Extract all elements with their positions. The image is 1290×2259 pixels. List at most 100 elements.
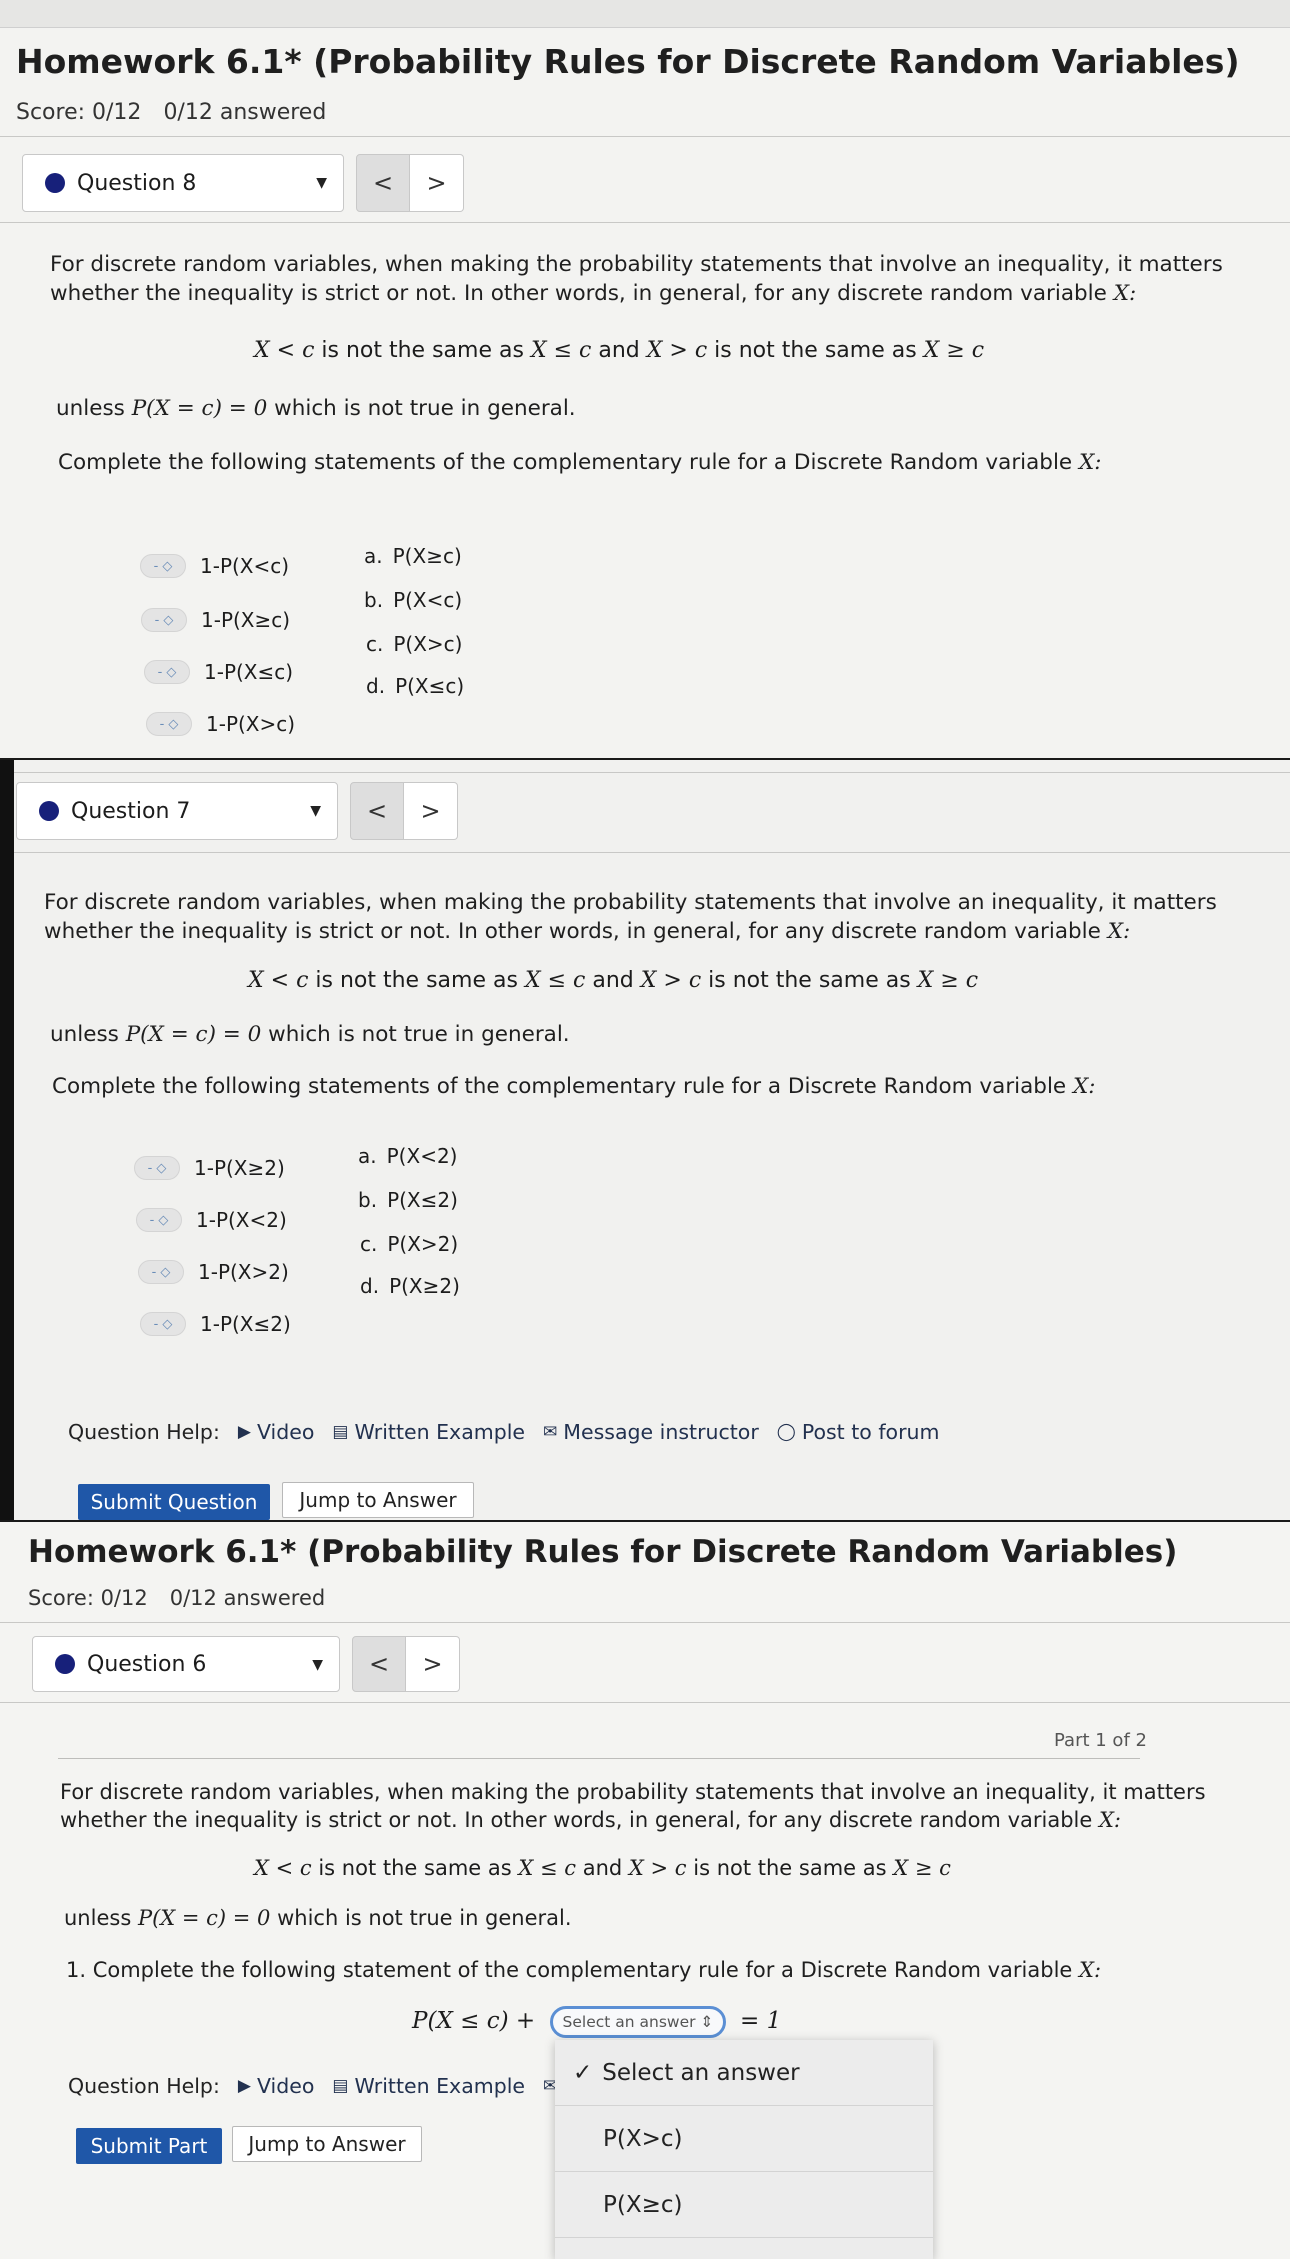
question-8-panel: Homework 6.1* (Probability Rules for Dis… <box>0 28 1290 758</box>
match-prompt: 1-P(X≤2) <box>200 1312 291 1336</box>
option-item: d. P(X≤c) <box>366 674 465 698</box>
chevron-right-icon: > <box>426 169 447 197</box>
next-question-button[interactable]: > <box>406 1636 460 1692</box>
dropdown-option-select-an-answer[interactable]: ✓ Select an answer <box>555 2040 933 2106</box>
submit-part-button[interactable]: Submit Part <box>76 2128 222 2164</box>
post-to-forum-link[interactable]: ◯ Post to forum <box>777 1420 940 1444</box>
instruction-line: 1. Complete the following statement of t… <box>66 1958 1102 1982</box>
inequality-statement: X < c is not the same as X ≤ c and X > c… <box>254 1856 951 1880</box>
written-example-link[interactable]: ▤ Written Example <box>332 2074 525 2098</box>
prev-question-button[interactable]: < <box>356 154 410 212</box>
match-select[interactable]: - ◇ <box>134 1156 180 1180</box>
question-select[interactable]: Question 8 ▼ <box>22 154 344 212</box>
question-select[interactable]: Question 7 ▼ <box>16 782 338 840</box>
next-question-button[interactable]: > <box>404 782 458 840</box>
chevron-right-icon: > <box>420 797 441 825</box>
option-item: a. P(X≥c) <box>364 544 462 568</box>
message-instructor-link[interactable]: ✉ Message instructor <box>543 1420 759 1444</box>
option-item: b. P(X<c) <box>364 588 463 612</box>
option-item: d. P(X≥2) <box>360 1274 460 1298</box>
score-text: Score: 0/12 <box>28 1586 148 1610</box>
question-select-label: Question 6 <box>87 1651 207 1677</box>
match-select[interactable]: - ◇ <box>140 1312 186 1336</box>
question-nav: < > <box>350 782 458 840</box>
divider <box>0 1622 1290 1623</box>
match-select[interactable]: - ◇ <box>136 1208 182 1232</box>
question-status-dot <box>45 173 65 193</box>
chevron-right-icon: > <box>422 1650 443 1678</box>
intro-line-2: whether the inequality is strict or not.… <box>44 919 1131 944</box>
instruction-line: Complete the following statements of the… <box>52 1074 1096 1099</box>
intro-line-1: For discrete random variables, when maki… <box>50 252 1223 277</box>
submit-question-button[interactable]: Submit Question <box>78 1484 270 1520</box>
divider <box>0 1702 1290 1703</box>
caret-down-icon: ▼ <box>310 803 321 819</box>
answered-text: 0/12 answered <box>169 1586 326 1610</box>
question-help: Question Help: ▶ Video ▤ Written Example ✉… <box>68 1420 957 1444</box>
match-prompt: 1-P(X>c) <box>206 712 296 736</box>
question-help: Question Help: ▶ Video ▤ Written Example ✉ <box>68 2074 581 2098</box>
chevron-left-icon: < <box>368 1650 390 1678</box>
chevron-left-icon: < <box>366 797 388 825</box>
equation-right: = 1 <box>740 2008 782 2034</box>
page-title: Homework 6.1* (Probability Rules for Dis… <box>28 1534 1178 1570</box>
question-select-label: Question 7 <box>71 798 191 824</box>
option-item: c. P(X>2) <box>360 1232 459 1256</box>
match-prompt: 1-P(X≥2) <box>194 1156 285 1180</box>
question-status-dot <box>39 801 59 821</box>
document-icon: ▤ <box>332 1422 349 1442</box>
dropdown-option[interactable]: P(X≥c) <box>555 2172 933 2238</box>
match-row: - ◇ 1-P(X≥2) <box>134 1156 285 1180</box>
match-row: - ◇ 1-P(X≥c) <box>141 608 290 632</box>
match-prompt: 1-P(X>2) <box>198 1260 289 1284</box>
option-item: a. P(X<2) <box>358 1144 458 1168</box>
caret-down-icon: ▼ <box>312 1657 323 1673</box>
speech-bubble-icon: ◯ <box>776 1422 796 1442</box>
intro-line-1: For discrete random variables, when maki… <box>44 890 1217 915</box>
prev-question-button[interactable]: < <box>352 1636 406 1692</box>
intro-line-2: whether the inequality is strict or not.… <box>50 281 1137 306</box>
part-indicator: Part 1 of 2 <box>1054 1730 1147 1751</box>
match-row: - ◇ 1-P(X>2) <box>138 1260 289 1284</box>
unless-line: unless P(X = c) = 0 which is not true in… <box>56 396 576 421</box>
video-icon: ▶ <box>237 2076 251 2096</box>
divider <box>0 136 1290 137</box>
written-example-link[interactable]: ▤ Written Example <box>332 1420 525 1444</box>
divider <box>58 1758 1140 1759</box>
instruction-line: Complete the following statements of the… <box>58 450 1102 475</box>
match-select[interactable]: - ◇ <box>141 608 187 632</box>
page-title: Homework 6.1* (Probability Rules for Dis… <box>16 42 1240 81</box>
question-select[interactable]: Question 6 ▼ <box>32 1636 340 1692</box>
chevron-left-icon: < <box>372 169 394 197</box>
left-edge-shadow <box>0 760 14 1520</box>
match-select[interactable]: - ◇ <box>144 660 190 684</box>
option-item: c. P(X>c) <box>366 632 463 656</box>
equation-left: P(X ≤ c) + <box>412 2008 536 2034</box>
score-line: Score: 0/12 0/12 answered <box>28 1586 325 1610</box>
match-select[interactable]: - ◇ <box>138 1260 184 1284</box>
dropdown-option[interactable]: P(X>c) <box>555 2106 933 2172</box>
intro-line-2: whether the inequality is strict or not.… <box>60 1808 1121 1832</box>
match-select[interactable]: - ◇ <box>146 712 192 736</box>
question-help-label: Question Help: <box>68 2074 220 2098</box>
question-select-label: Question 8 <box>77 170 197 196</box>
top-strip <box>0 0 1290 28</box>
question-status-dot <box>55 1654 75 1674</box>
updown-icon: ⇕ <box>700 2013 714 2031</box>
answered-text: 0/12 answered <box>163 100 327 125</box>
question-help-label: Question Help: <box>68 1420 220 1444</box>
match-row: - ◇ 1-P(X≤2) <box>140 1312 291 1336</box>
video-link[interactable]: ▶ Video <box>238 1420 315 1444</box>
prev-question-button[interactable]: < <box>350 782 404 840</box>
next-question-button[interactable]: > <box>410 154 464 212</box>
video-link[interactable]: ▶ Video <box>238 2074 315 2098</box>
answer-select[interactable]: Select an answer ⇕ <box>550 2006 726 2038</box>
mail-icon: ✉ <box>543 1422 558 1442</box>
jump-to-answer-button[interactable]: Jump to Answer <box>232 2126 422 2162</box>
divider <box>0 772 1290 773</box>
match-prompt: 1-P(X≤c) <box>204 660 294 684</box>
jump-to-answer-button[interactable]: Jump to Answer <box>282 1482 474 1518</box>
match-select[interactable]: - ◇ <box>140 554 186 578</box>
match-row: - ◇ 1-P(X<2) <box>136 1208 287 1232</box>
divider <box>0 222 1290 223</box>
